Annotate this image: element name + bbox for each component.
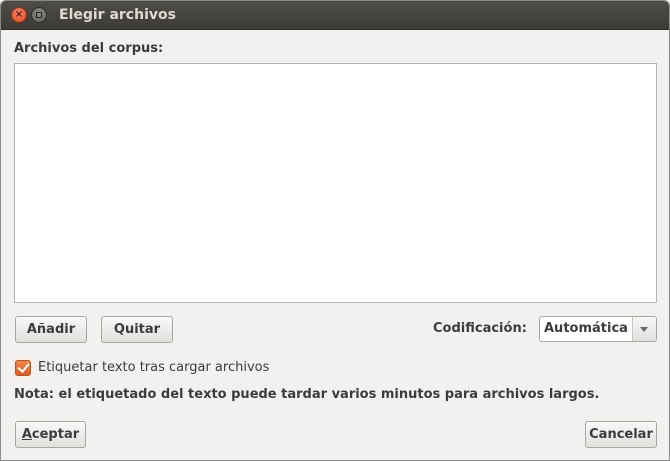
corpus-files-label: Archivos del corpus:	[14, 41, 164, 56]
accept-button[interactable]: Aceptar	[15, 421, 86, 448]
tag-text-checkbox-label[interactable]: Etiquetar texto tras cargar archivos	[38, 360, 269, 375]
encoding-select[interactable]: Automática	[539, 316, 657, 342]
encoding-selected-value: Automática	[544, 321, 628, 336]
tag-text-checkbox[interactable]	[15, 360, 31, 376]
title-bar[interactable]: × Elegir archivos	[1, 1, 669, 30]
window-title: Elegir archivos	[59, 7, 176, 23]
cancel-button[interactable]: Cancelar	[585, 421, 657, 448]
encoding-label: Codificación:	[433, 321, 527, 336]
corpus-file-list[interactable]	[14, 63, 657, 303]
accept-mnemonic: A	[21, 427, 32, 442]
add-button[interactable]: Añadir	[15, 316, 87, 343]
accept-label-rest: ceptar	[31, 427, 80, 442]
close-icon[interactable]: ×	[11, 7, 27, 23]
checkmark-icon	[17, 360, 30, 373]
chevron-down-icon[interactable]	[633, 317, 656, 341]
note-text: Nota: el etiquetado del texto puede tard…	[14, 387, 600, 402]
maximize-icon[interactable]	[31, 7, 47, 23]
remove-button[interactable]: Quitar	[101, 316, 173, 343]
dialog-window: × Elegir archivos Archivos del corpus: A…	[0, 0, 670, 461]
